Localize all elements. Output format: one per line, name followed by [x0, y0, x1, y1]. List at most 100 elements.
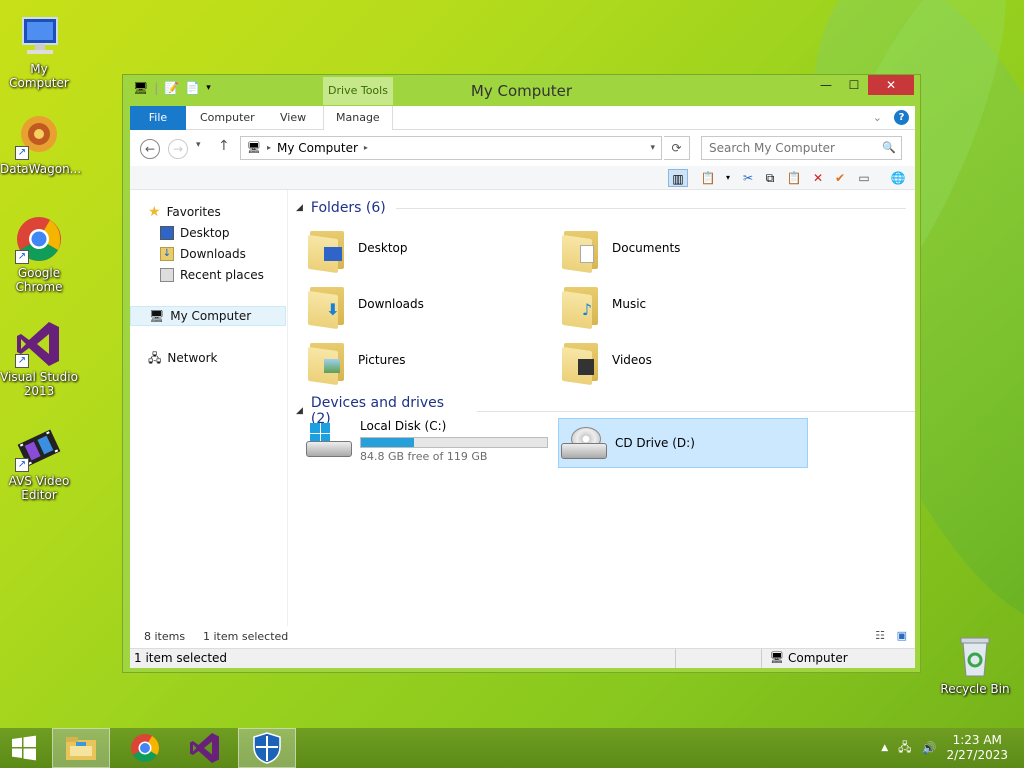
windows-logo-icon	[12, 735, 36, 761]
volume-icon[interactable]: 🔊	[922, 741, 937, 755]
content-area: ★ Favorites Desktop ↓ Downloads Recent p…	[130, 190, 915, 626]
breadcrumb-my-computer[interactable]: My Computer	[277, 137, 358, 159]
nav-item-network[interactable]: 🖧 Network	[148, 348, 218, 368]
recent-locations-icon[interactable]: ▾	[196, 140, 201, 150]
videos-folder-icon	[562, 337, 604, 386]
desktop-icon-label: Recycle Bin	[940, 682, 1010, 696]
taskbar-file-explorer[interactable]	[52, 728, 110, 768]
chrome-icon	[131, 734, 159, 762]
show-hidden-icons-icon[interactable]: ▲	[881, 743, 888, 753]
up-arrow-icon[interactable]: ↑	[218, 138, 230, 154]
map-drive-icon[interactable]: ▭	[854, 169, 874, 187]
copy-icon[interactable]: ⧉	[760, 169, 780, 187]
refresh-button[interactable]: ⟳	[664, 136, 690, 160]
tab-file[interactable]: File	[130, 106, 186, 130]
search-input[interactable]	[701, 136, 902, 160]
computer-icon: 🖥	[149, 309, 165, 323]
shortcut-arrow-icon: ↗	[15, 146, 29, 160]
title-bar[interactable]: 🖥 | 📝 📄 ▾ Drive Tools My Computer — ☐ ✕	[123, 75, 920, 106]
taskbar-visual-studio[interactable]	[176, 728, 234, 768]
desktop-icon-google-chrome[interactable]: ↗ Google Chrome	[0, 216, 78, 294]
folder-label: Documents	[612, 241, 681, 255]
folder-tile-downloads[interactable]: ⬇ Downloads	[308, 278, 424, 330]
nav-item-label: Downloads	[180, 247, 246, 261]
address-dropdown-icon[interactable]: ▾	[650, 137, 655, 159]
visual-studio-icon	[190, 733, 219, 763]
status-divider	[675, 649, 676, 668]
taskbar-google-chrome[interactable]	[116, 728, 174, 768]
close-button[interactable]: ✕	[868, 75, 914, 95]
network-status-icon[interactable]: 🖧	[898, 738, 911, 759]
cut-icon[interactable]: ✂	[738, 169, 758, 187]
desktop-icon-datawagon[interactable]: ↗ DataWagon...	[0, 112, 82, 176]
ribbon-right: ⌄ ?	[873, 110, 909, 125]
paste-icon[interactable]: 📋	[784, 169, 804, 187]
zone-text: Computer	[788, 651, 848, 665]
delete-icon[interactable]: ✕	[808, 169, 828, 187]
breadcrumb-separator-icon: ▸	[266, 143, 271, 152]
collapse-icon: ◢	[296, 406, 303, 416]
chrome-icon: ↗	[15, 216, 63, 264]
drive-tile-cd-drive-d[interactable]: CD Drive (D:)	[558, 418, 808, 468]
group-header-folders[interactable]: ◢ Folders (6)	[296, 200, 906, 216]
folder-label: Downloads	[358, 297, 424, 311]
minimize-button[interactable]: —	[812, 75, 840, 95]
nav-item-downloads[interactable]: ↓ Downloads	[160, 244, 246, 264]
folder-tile-documents[interactable]: Documents	[562, 222, 680, 274]
film-strip-icon: ↗	[15, 424, 63, 472]
command-toolbar: ▥ 📋 ▾ ✂ ⧉ 📋 ✕ ✔ ▭ 🌐	[130, 166, 915, 190]
windows-logo-icon	[310, 423, 330, 443]
desktop-icon-label: Google Chrome	[15, 266, 63, 294]
star-icon: ★	[148, 204, 161, 220]
nav-item-favorites[interactable]: ★ Favorites	[148, 202, 221, 222]
desktop-icon-recycle-bin[interactable]: Recycle Bin	[936, 632, 1014, 696]
nav-item-my-computer[interactable]: 🖥 My Computer	[130, 306, 286, 326]
large-icons-view-icon[interactable]: ▣	[897, 629, 907, 642]
datawagon-icon: ↗	[15, 112, 63, 160]
folder-tile-pictures[interactable]: Pictures	[308, 334, 406, 386]
recent-places-icon	[160, 268, 174, 282]
tab-view[interactable]: View	[268, 106, 318, 130]
status-strip: 8 items 1 item selected ☷ ▣	[130, 626, 915, 648]
folder-tile-music[interactable]: ♪ Music	[562, 278, 646, 330]
address-bar[interactable]: 🖥 ▸ My Computer ▸ ▾	[240, 136, 662, 160]
start-button[interactable]	[0, 728, 48, 768]
downloads-folder-icon: ↓	[160, 247, 174, 261]
folder-label: Music	[612, 297, 647, 311]
pictures-folder-icon	[308, 337, 350, 386]
nav-item-desktop[interactable]: Desktop	[160, 223, 230, 243]
chevron-down-icon[interactable]: ▾	[718, 169, 738, 187]
folder-tile-desktop[interactable]: Desktop	[308, 222, 408, 274]
tab-manage[interactable]: Manage	[323, 106, 393, 130]
maximize-button[interactable]: ☐	[840, 75, 868, 95]
back-button[interactable]: ←	[140, 139, 160, 159]
rename-icon[interactable]: ✔	[830, 169, 850, 187]
drive-usage-fill	[361, 438, 415, 447]
clock[interactable]: 1:23 AM 2/27/2023	[946, 733, 1008, 763]
drive-tile-local-disk-c[interactable]: Local Disk (C:) 84.8 GB free of 119 GB	[306, 416, 554, 466]
desktop-icon-avs-video-editor[interactable]: ↗ AVS Video Editor	[0, 424, 78, 502]
drive-name: CD Drive (D:)	[615, 436, 695, 450]
properties-icon[interactable]: 📋	[698, 169, 718, 187]
details-view-icon[interactable]: ☷	[875, 629, 885, 642]
help-icon[interactable]: ?	[894, 110, 909, 125]
preview-pane-icon[interactable]: ▥	[668, 169, 688, 187]
group-divider	[477, 410, 915, 412]
taskbar-windows-defender[interactable]	[238, 728, 296, 768]
desktop-icon-label: DataWagon...	[0, 162, 82, 176]
expand-ribbon-icon[interactable]: ⌄	[873, 111, 882, 124]
search-icon[interactable]: 🔍	[882, 141, 896, 154]
tab-computer[interactable]: Computer	[188, 106, 267, 130]
network-globe-icon[interactable]: 🌐	[888, 169, 908, 187]
forward-button[interactable]: →	[168, 139, 188, 159]
music-folder-icon: ♪	[562, 281, 604, 330]
folder-tile-videos[interactable]: Videos	[562, 334, 652, 386]
desktop-icon-visual-studio[interactable]: ↗ Visual Studio 2013	[0, 320, 78, 398]
desktop-icon-my-computer[interactable]: My Computer	[0, 12, 78, 90]
visual-studio-icon: ↗	[15, 320, 63, 368]
desktop-folder-icon	[308, 225, 350, 274]
nav-item-recent-places[interactable]: Recent places	[160, 265, 264, 285]
explorer-window: 🖥 | 📝 📄 ▾ Drive Tools My Computer — ☐ ✕ …	[122, 74, 921, 673]
status-divider	[761, 649, 762, 668]
nav-item-label: Network	[167, 351, 218, 365]
